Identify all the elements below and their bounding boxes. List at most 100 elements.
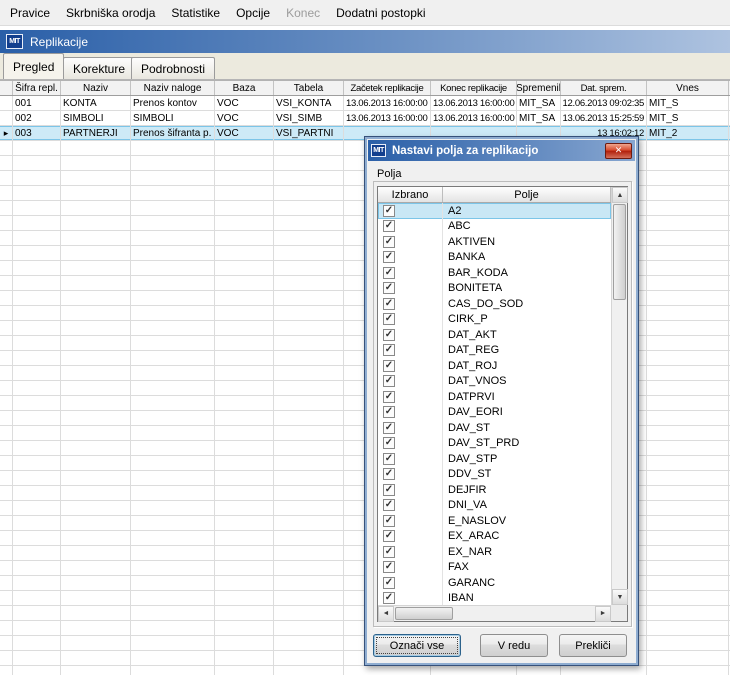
- vertical-scrollbar-thumb[interactable]: [613, 204, 626, 300]
- scroll-right-button[interactable]: ►: [595, 605, 611, 622]
- field-checkbox[interactable]: ✓: [383, 375, 395, 388]
- column-header-dat-sprem-[interactable]: Dat. sprem.: [561, 81, 647, 95]
- vertical-scrollbar[interactable]: ▲ ▼: [611, 187, 628, 605]
- field-row-cirk-p[interactable]: ✓ CIRK_P: [378, 311, 611, 327]
- column-header-baza[interactable]: Baza: [215, 81, 274, 95]
- field-checkbox[interactable]: ✓: [383, 328, 395, 341]
- field-checkbox[interactable]: ✓: [383, 220, 395, 233]
- field-row-dat-vnos[interactable]: ✓ DAT_VNOS: [378, 373, 611, 389]
- table-cell[interactable]: MIT_S: [647, 96, 729, 110]
- column-header-vnes[interactable]: Vnes: [647, 81, 729, 95]
- field-name[interactable]: EX_ARAC: [443, 530, 499, 542]
- tab-pregled[interactable]: Pregled: [3, 53, 65, 79]
- field-name[interactable]: AKTIVEN: [443, 236, 495, 248]
- field-row-iban[interactable]: ✓ IBAN: [378, 590, 611, 605]
- table-cell[interactable]: VOC: [215, 126, 274, 140]
- table-cell[interactable]: SIMBOLI: [61, 111, 131, 125]
- table-cell[interactable]: MIT_2: [647, 126, 729, 140]
- field-row-e-naslov[interactable]: ✓ E_NASLOV: [378, 513, 611, 529]
- field-checkbox[interactable]: ✓: [383, 499, 395, 512]
- field-checkbox[interactable]: ✓: [383, 390, 395, 403]
- field-checkbox[interactable]: ✓: [383, 468, 395, 481]
- field-checkbox[interactable]: ✓: [383, 313, 395, 326]
- tab-korekture[interactable]: Korekture: [63, 57, 136, 79]
- field-row-abc[interactable]: ✓ ABC: [378, 218, 611, 234]
- field-name[interactable]: GARANC: [443, 577, 495, 589]
- table-cell[interactable]: 001: [13, 96, 61, 110]
- field-checkbox[interactable]: ✓: [383, 452, 395, 465]
- menu-skrbniška-orodja[interactable]: Skrbniška orodja: [58, 2, 163, 24]
- column-header-tabela[interactable]: Tabela: [274, 81, 344, 95]
- field-row-dav-st-prd[interactable]: ✓ DAV_ST_PRD: [378, 435, 611, 451]
- field-name[interactable]: DAV_ST: [443, 422, 490, 434]
- field-name[interactable]: DATPRVI: [443, 391, 495, 403]
- field-checkbox[interactable]: ✓: [383, 344, 395, 357]
- tab-podrobnosti[interactable]: Podrobnosti: [131, 57, 216, 79]
- field-name[interactable]: DAT_REG: [443, 344, 499, 356]
- dialog-title-bar[interactable]: MIT Nastavi polja za replikacijo ✕: [368, 140, 635, 161]
- column-header-naziv[interactable]: Naziv: [61, 81, 131, 95]
- field-name[interactable]: BANKA: [443, 251, 485, 263]
- field-name[interactable]: DAT_AKT: [443, 329, 497, 341]
- column-header-konec-replikacije[interactable]: Konec replikacije: [431, 81, 517, 95]
- field-name[interactable]: DAV_EORI: [443, 406, 503, 418]
- column-header-polje[interactable]: Polje: [443, 187, 611, 202]
- horizontal-scrollbar-thumb[interactable]: [395, 607, 453, 620]
- field-row-cas-do-sod[interactable]: ✓ CAS_DO_SOD: [378, 296, 611, 312]
- field-name[interactable]: ABC: [443, 220, 471, 232]
- field-checkbox[interactable]: ✓: [383, 592, 395, 605]
- button-v-redu[interactable]: V redu: [480, 634, 548, 657]
- table-cell[interactable]: 13.06.2013 16:00:00: [344, 96, 431, 110]
- field-name[interactable]: DAV_ST_PRD: [443, 437, 519, 449]
- field-name[interactable]: IBAN: [443, 592, 474, 604]
- field-row-fax[interactable]: ✓ FAX: [378, 559, 611, 575]
- table-cell[interactable]: Prenos šifranta p.: [131, 126, 215, 140]
- field-checkbox[interactable]: ✓: [383, 406, 395, 419]
- field-checkbox[interactable]: ✓: [383, 530, 395, 543]
- field-checkbox[interactable]: ✓: [383, 282, 395, 295]
- table-row[interactable]: 002 SIMBOLI SIMBOLI VOC VSI_SIMB 13.06.2013 1…: [0, 111, 730, 126]
- field-name[interactable]: DNI_VA: [443, 499, 487, 511]
- field-name[interactable]: EX_NAR: [443, 546, 492, 558]
- scroll-down-button[interactable]: ▼: [612, 589, 628, 605]
- field-row-dat-reg[interactable]: ✓ DAT_REG: [378, 342, 611, 358]
- field-name[interactable]: DAT_ROJ: [443, 360, 497, 372]
- field-row-dni-va[interactable]: ✓ DNI_VA: [378, 497, 611, 513]
- table-cell[interactable]: 13.06.2013 15:25:59: [561, 111, 647, 125]
- table-cell[interactable]: 003: [13, 126, 61, 140]
- field-row-ddv-st[interactable]: ✓ DDV_ST: [378, 466, 611, 482]
- field-row-bar-koda[interactable]: ✓ BAR_KODA: [378, 265, 611, 281]
- field-name[interactable]: DDV_ST: [443, 468, 491, 480]
- column-header-izbrano[interactable]: Izbrano: [378, 187, 443, 202]
- table-cell[interactable]: 13.06.2013 16:00:00: [431, 111, 517, 125]
- menu-pravice[interactable]: Pravice: [2, 2, 58, 24]
- table-cell[interactable]: PARTNERJI: [61, 126, 131, 140]
- table-cell[interactable]: VSI_PARTNI: [274, 126, 344, 140]
- field-name[interactable]: CIRK_P: [443, 313, 488, 325]
- table-cell[interactable]: VSI_SIMB: [274, 111, 344, 125]
- field-row-aktiven[interactable]: ✓ AKTIVEN: [378, 234, 611, 250]
- field-checkbox[interactable]: ✓: [383, 235, 395, 248]
- table-cell[interactable]: MIT_S: [647, 111, 729, 125]
- table-cell[interactable]: VOC: [215, 111, 274, 125]
- table-cell[interactable]: MIT_SA: [517, 96, 561, 110]
- column-header-selector[interactable]: [0, 81, 13, 95]
- column-header-začetek-replikacije[interactable]: Začetek replikacije: [344, 81, 431, 95]
- field-name[interactable]: BAR_KODA: [443, 267, 508, 279]
- field-row-dejfir[interactable]: ✓ DEJFIR: [378, 482, 611, 498]
- field-name[interactable]: BONITETA: [443, 282, 502, 294]
- field-checkbox[interactable]: ✓: [383, 204, 395, 217]
- field-checkbox[interactable]: ✓: [383, 251, 395, 264]
- scroll-up-button[interactable]: ▲: [612, 187, 628, 203]
- field-checkbox[interactable]: ✓: [383, 561, 395, 574]
- field-checkbox[interactable]: ✓: [383, 297, 395, 310]
- table-cell[interactable]: VSI_KONTA: [274, 96, 344, 110]
- table-cell[interactable]: SIMBOLI: [131, 111, 215, 125]
- field-checkbox[interactable]: ✓: [383, 359, 395, 372]
- field-name[interactable]: CAS_DO_SOD: [443, 298, 523, 310]
- table-cell[interactable]: 002: [13, 111, 61, 125]
- table-cell[interactable]: 13.06.2013 16:00:00: [431, 96, 517, 110]
- menu-dodatni-postopki[interactable]: Dodatni postopki: [328, 2, 433, 24]
- field-name[interactable]: DEJFIR: [443, 484, 487, 496]
- field-checkbox[interactable]: ✓: [383, 421, 395, 434]
